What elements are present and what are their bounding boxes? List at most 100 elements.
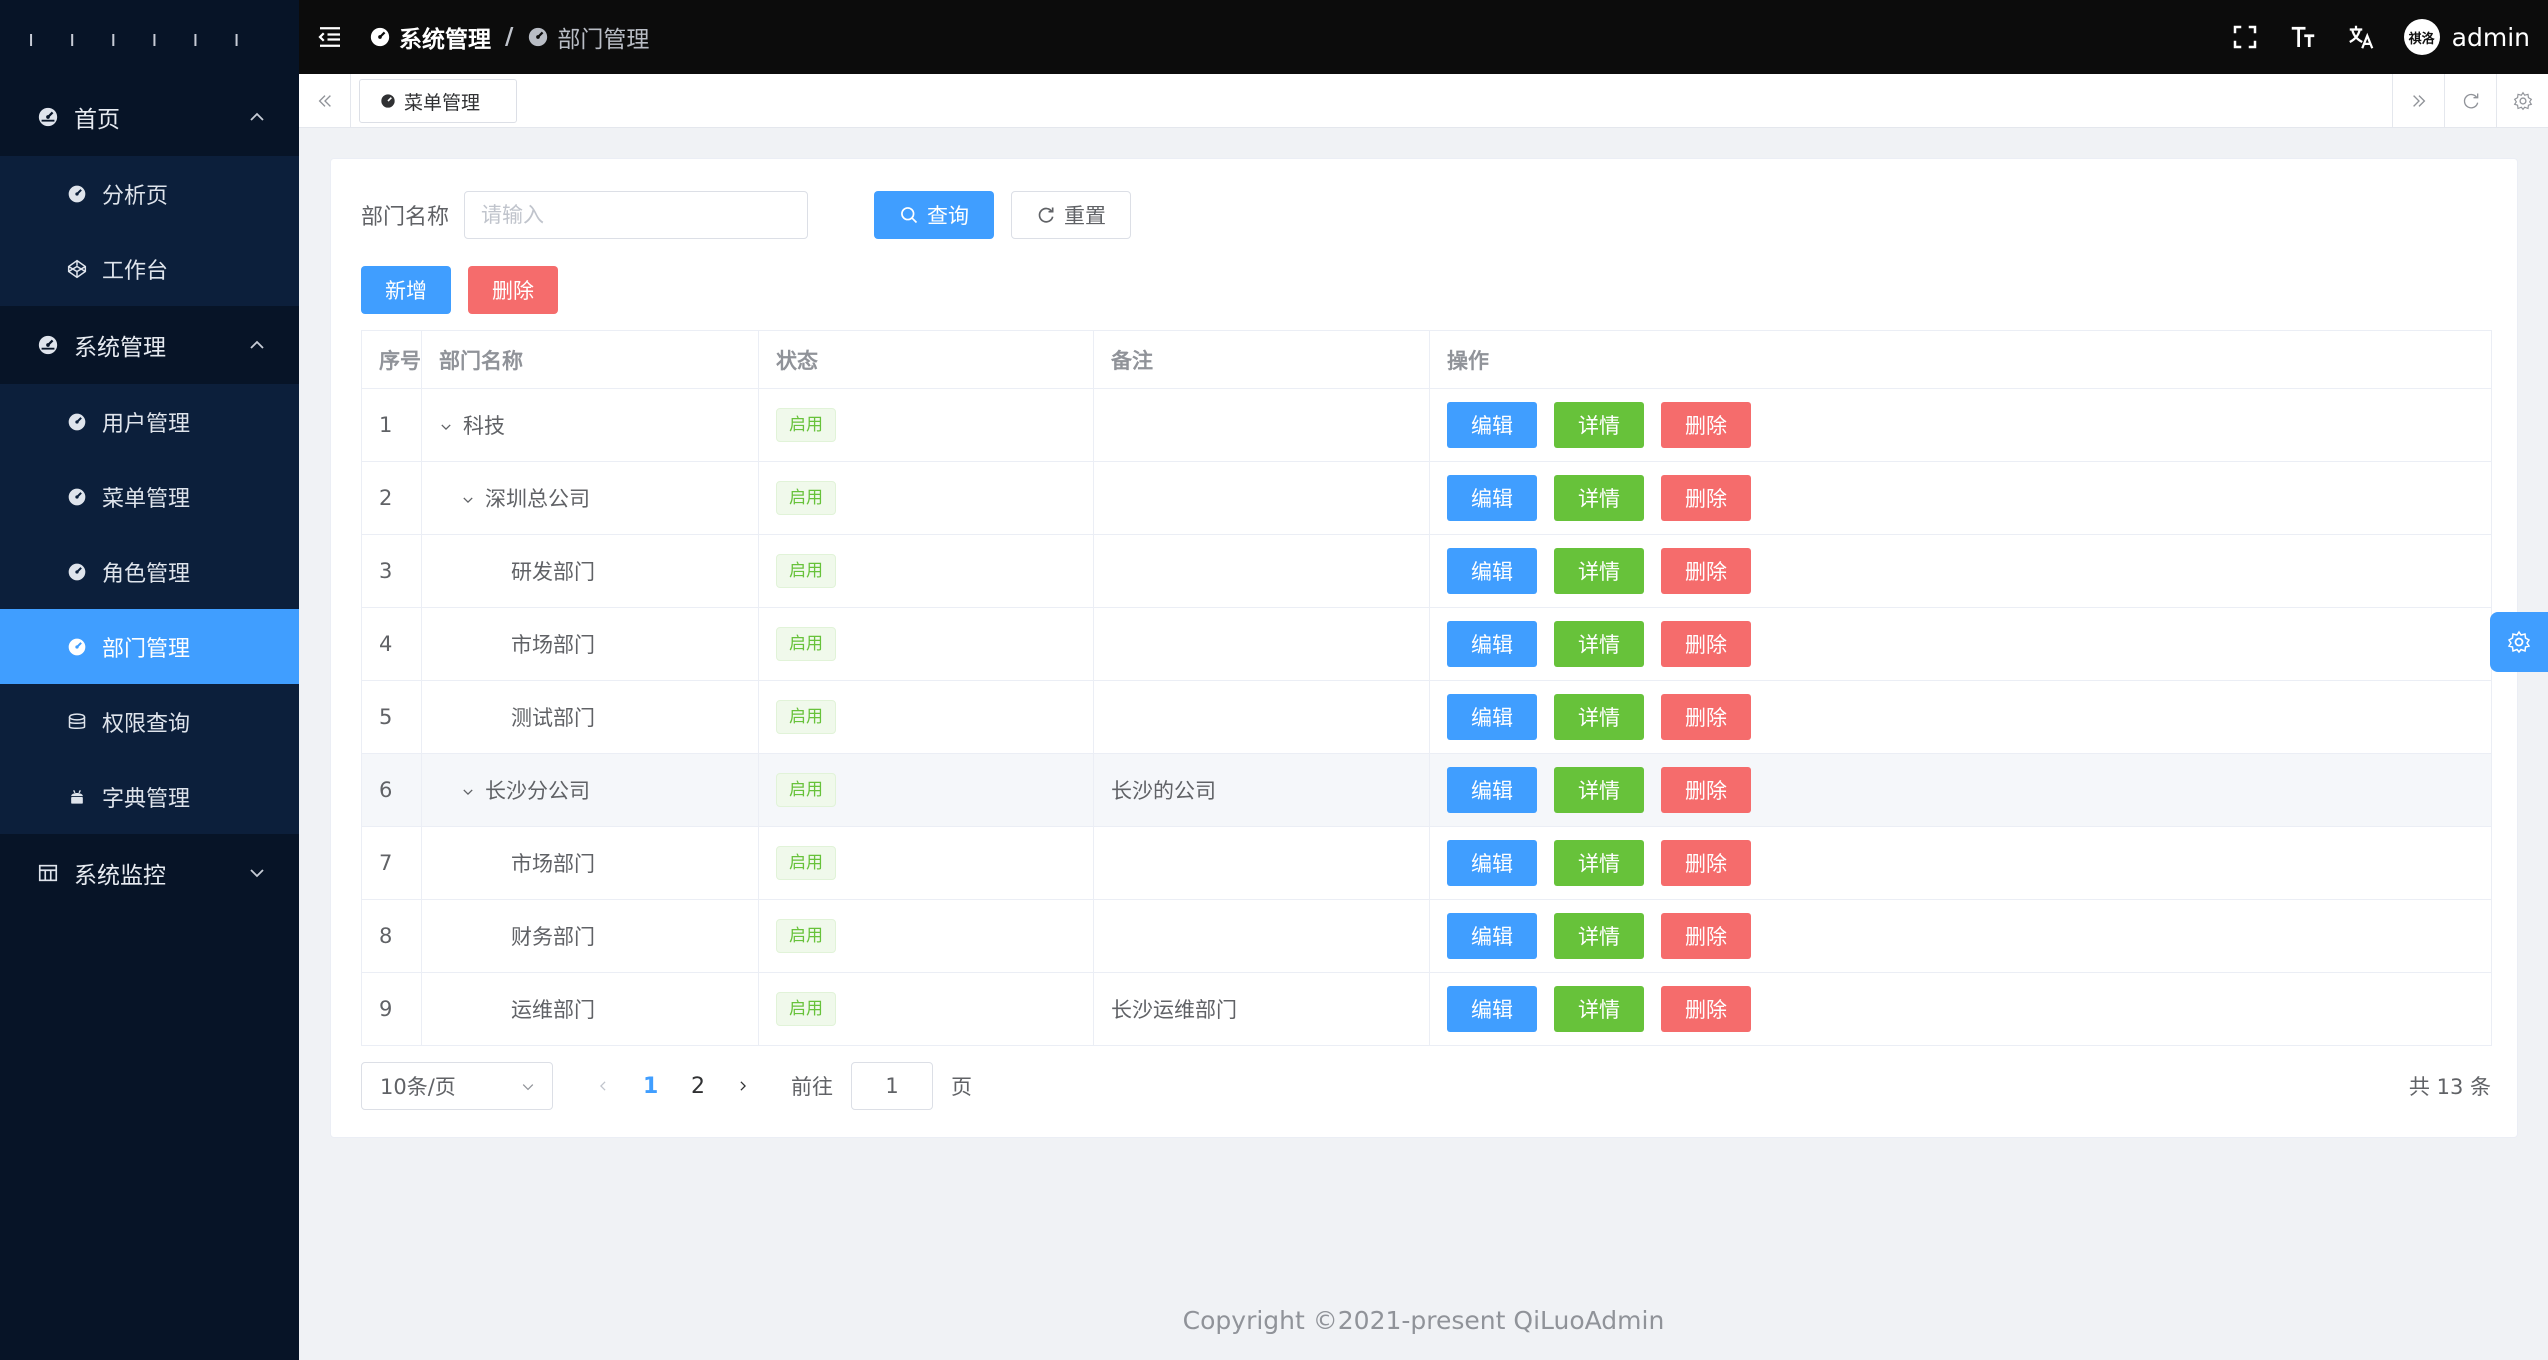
edit-button[interactable]: 编辑 (1447, 694, 1537, 740)
prev-page-button[interactable] (596, 1062, 616, 1110)
double-right-icon[interactable] (2392, 74, 2444, 128)
column-header-index: 序号 (362, 331, 422, 389)
dept-name: 深圳总公司 (485, 487, 590, 511)
detail-button[interactable]: 详情 (1554, 475, 1644, 521)
delete-button[interactable]: 删除 (1661, 694, 1751, 740)
detail-button[interactable]: 详情 (1554, 767, 1644, 813)
sidebar-item-home[interactable]: 首页 (0, 78, 299, 156)
dashboard-icon (66, 561, 88, 583)
sidebar-item-users[interactable]: 用户管理 (0, 384, 299, 459)
top-header: 系统管理 / 部门管理 祺洛 admin (299, 0, 2548, 74)
cell-remark (1094, 535, 1430, 608)
cell-status: 启用 (759, 608, 1094, 681)
detail-button[interactable]: 详情 (1554, 913, 1644, 959)
status-badge: 启用 (776, 919, 836, 953)
cell-name: 科技 (422, 389, 759, 462)
refresh-icon[interactable] (2444, 74, 2496, 128)
translate-icon[interactable] (2346, 22, 2376, 52)
sidebar-item-menus[interactable]: 菜单管理 (0, 459, 299, 534)
column-header-status: 状态 (759, 331, 1094, 389)
delete-button[interactable]: 删除 (1661, 767, 1751, 813)
sidebar-item-roles[interactable]: 角色管理 (0, 534, 299, 609)
fullscreen-icon[interactable] (2230, 22, 2260, 52)
username[interactable]: admin (2452, 23, 2530, 52)
page-size-select[interactable]: 10条/页 (361, 1062, 553, 1110)
chevron-down-icon (247, 863, 267, 883)
edit-button[interactable]: 编辑 (1447, 475, 1537, 521)
sidebar-item-workbench[interactable]: 工作台 (0, 231, 299, 306)
edit-button[interactable]: 编辑 (1447, 913, 1537, 959)
edit-button[interactable]: 编辑 (1447, 840, 1537, 886)
sidebar-submenu-home: 分析页 工作台 (0, 156, 299, 306)
avatar[interactable]: 祺洛 (2404, 19, 2440, 55)
cell-actions: 编辑详情删除 (1430, 681, 2492, 754)
detail-button[interactable]: 详情 (1554, 840, 1644, 886)
settings-drawer-button[interactable] (2490, 612, 2548, 672)
detail-button[interactable]: 详情 (1554, 402, 1644, 448)
table-icon (36, 861, 60, 885)
detail-button[interactable]: 详情 (1554, 621, 1644, 667)
cell-name: 财务部门 (422, 900, 759, 973)
sidebar-item-permissions[interactable]: 权限查询 (0, 684, 299, 759)
table-row: 7市场部门启用编辑详情删除 (362, 827, 2492, 900)
reset-button[interactable]: 重置 (1011, 191, 1131, 239)
batch-delete-button[interactable]: 删除 (468, 266, 558, 314)
table-row: 1科技启用编辑详情删除 (362, 389, 2492, 462)
breadcrumb-item-system[interactable]: 系统管理 (399, 20, 491, 54)
footer-copyright: Copyright ©2021-present QiLuoAdmin (299, 1306, 2548, 1335)
sidebar-item-label: 用户管理 (102, 406, 190, 438)
delete-button[interactable]: 删除 (1661, 548, 1751, 594)
detail-button[interactable]: 详情 (1554, 548, 1644, 594)
menu-fold-icon[interactable] (315, 22, 345, 52)
sidebar-item-label: 系统监控 (74, 856, 166, 890)
edit-button[interactable]: 编辑 (1447, 402, 1537, 448)
dept-name-input[interactable] (464, 191, 808, 239)
cell-name: 运维部门 (422, 973, 759, 1046)
next-page-button[interactable] (736, 1062, 756, 1110)
detail-button[interactable]: 详情 (1554, 694, 1644, 740)
sidebar-item-label: 首页 (74, 100, 120, 134)
cell-remark: 长沙运维部门 (1094, 973, 1430, 1046)
delete-button[interactable]: 删除 (1661, 840, 1751, 886)
sidebar-item-analysis[interactable]: 分析页 (0, 156, 299, 231)
sidebar-item-label: 字典管理 (102, 781, 190, 813)
cell-name: 测试部门 (422, 681, 759, 754)
status-badge: 启用 (776, 481, 836, 515)
gear-icon[interactable] (2496, 74, 2548, 128)
delete-button[interactable]: 删除 (1661, 402, 1751, 448)
delete-button[interactable]: 删除 (1661, 475, 1751, 521)
sidebar-item-dictionary[interactable]: 字典管理 (0, 759, 299, 834)
chevron-down-icon[interactable] (439, 420, 453, 434)
edit-button[interactable]: 编辑 (1447, 621, 1537, 667)
detail-button[interactable]: 详情 (1554, 986, 1644, 1032)
delete-button[interactable]: 删除 (1661, 913, 1751, 959)
delete-button[interactable]: 删除 (1661, 621, 1751, 667)
page-number[interactable]: 2 (691, 1062, 705, 1110)
table-row: 2深圳总公司启用编辑详情删除 (362, 462, 2492, 535)
goto-page-input[interactable] (851, 1062, 933, 1110)
cell-remark (1094, 389, 1430, 462)
pagination: 10条/页 1 2 前往 页 共 13 条 (361, 1062, 2491, 1110)
tab-menu-management[interactable]: 菜单管理 (359, 79, 517, 123)
cell-index: 6 (362, 754, 422, 827)
edit-button[interactable]: 编辑 (1447, 548, 1537, 594)
edit-button[interactable]: 编辑 (1447, 986, 1537, 1032)
cell-status: 启用 (759, 827, 1094, 900)
chevron-down-icon[interactable] (461, 493, 475, 507)
sidebar-item-label: 菜单管理 (102, 481, 190, 513)
search-button[interactable]: 查询 (874, 191, 994, 239)
breadcrumb-item-department: 部门管理 (557, 20, 649, 54)
page-number[interactable]: 1 (643, 1062, 658, 1110)
double-left-icon[interactable] (299, 74, 351, 128)
chevron-down-icon[interactable] (461, 785, 475, 799)
font-size-icon[interactable] (2288, 22, 2318, 52)
sidebar-item-departments[interactable]: 部门管理 (0, 609, 299, 684)
sidebar-item-system[interactable]: 系统管理 (0, 306, 299, 384)
dashboard-icon (36, 333, 60, 357)
edit-button[interactable]: 编辑 (1447, 767, 1537, 813)
sidebar-item-monitor[interactable]: 系统监控 (0, 834, 299, 912)
add-button[interactable]: 新增 (361, 266, 451, 314)
delete-button[interactable]: 删除 (1661, 986, 1751, 1032)
dept-name: 长沙分公司 (485, 779, 590, 803)
cell-index: 8 (362, 900, 422, 973)
